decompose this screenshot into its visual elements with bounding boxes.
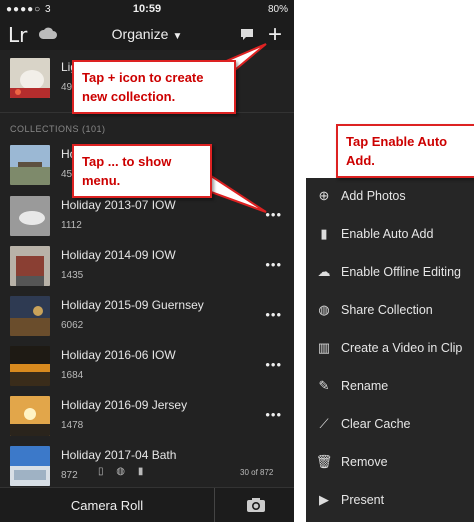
add-circle-icon: ⊕ [318, 188, 330, 203]
auto-add-icon: ▮ [320, 226, 328, 241]
callout-text: new collection. [82, 89, 176, 104]
menu-item-label: Enable Auto Add [341, 227, 434, 241]
menu-item-label: Rename [341, 379, 389, 393]
broom-icon: ⟋ [319, 416, 329, 431]
callout-enable-auto-add: Tap Enable Auto Add. [336, 124, 474, 178]
menu-item-share-collection[interactable]: ◍ Share Collection [306, 292, 474, 330]
menu-item-rename[interactable]: ✎ Rename [306, 368, 474, 406]
callout-more-menu: Tap ... to show menu. [72, 144, 212, 198]
menu-item-clear-cache[interactable]: ⟋ Clear Cache [306, 406, 474, 444]
menu-item-label: Create a Video in Clip [341, 341, 463, 355]
menu-item-label: Share Collection [341, 303, 433, 317]
callout-text: Add. [346, 153, 375, 168]
collection-context-menu: ⊕ Add Photos ▮ Enable Auto Add ☁ Enable … [306, 178, 474, 522]
menu-item-enable-auto-add[interactable]: ▮ Enable Auto Add [306, 216, 474, 254]
menu-item-present[interactable]: ▶ Present [306, 482, 474, 520]
play-circle-icon: ▶ [319, 492, 329, 507]
pencil-icon: ✎ [318, 378, 330, 393]
menu-item-add-photos[interactable]: ⊕ Add Photos [306, 178, 474, 216]
trash-icon: 🗑 [315, 454, 333, 469]
callout-text: Tap + icon to create [82, 70, 204, 85]
globe-icon: ◍ [318, 302, 330, 317]
menu-item-remove[interactable]: 🗑 Remove [306, 444, 474, 482]
menu-item-enable-offline-editing[interactable]: ☁ Enable Offline Editing [306, 254, 474, 292]
video-clip-icon: ▥ [317, 340, 331, 355]
callout-text: Tap Enable Auto [346, 134, 448, 149]
menu-item-label: Clear Cache [341, 417, 411, 431]
callout-text: menu. [82, 173, 121, 188]
menu-item-label: Remove [341, 455, 388, 469]
cloud-download-icon: ☁ [317, 264, 331, 279]
callout-text: Tap ... to show [82, 154, 172, 169]
menu-item-create-video[interactable]: ▥ Create a Video in Clip [306, 330, 474, 368]
menu-item-label: Enable Offline Editing [341, 265, 461, 279]
menu-item-label: Present [341, 493, 385, 507]
callout-plus-icon: Tap + icon to create new collection. [72, 60, 236, 114]
menu-item-label: Add Photos [341, 189, 406, 203]
